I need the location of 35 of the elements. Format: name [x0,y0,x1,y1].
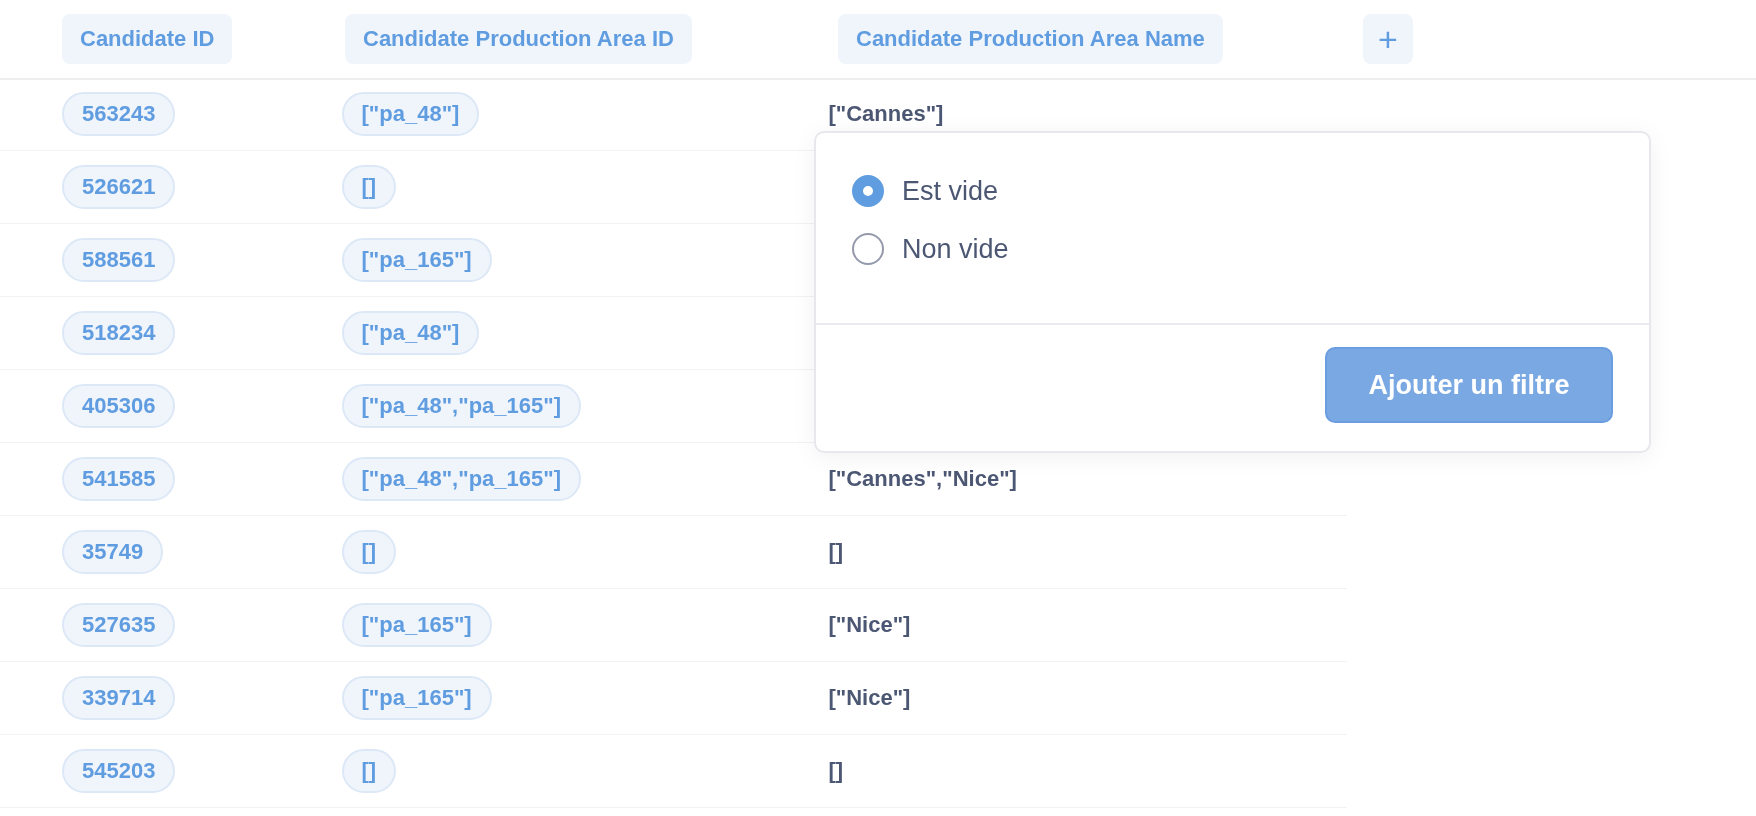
radio-icon[interactable] [852,175,884,207]
id-badge[interactable]: 527635 [62,603,176,647]
table-cell: [] [828,539,844,564]
id-badge[interactable]: [] [341,530,397,574]
id-badge[interactable]: 541585 [62,457,176,501]
table-cell: ["Nice"] [828,612,911,637]
id-badge[interactable]: 563243 [62,92,176,136]
add-filter-button[interactable]: Ajouter un filtre [1325,347,1613,423]
radio-icon[interactable] [852,233,884,265]
table-cell: ["Cannes","Nice"] [828,466,1017,491]
table-cell: ["Cannes"] [828,101,944,126]
column-header[interactable]: Candidate ID [62,14,233,64]
column-header[interactable]: Candidate Production Area Name [838,14,1223,64]
radio-option[interactable]: Non vide [852,233,1009,265]
column-header[interactable]: Candidate Production Area ID [345,14,692,64]
table-cell: ["Nice"] [828,685,911,710]
id-badge[interactable]: 588561 [62,238,176,282]
id-badge[interactable]: ["pa_48","pa_165"] [341,384,581,428]
id-badge[interactable]: ["pa_48"] [341,92,480,136]
radio-option[interactable]: Est vide [852,175,999,207]
id-badge[interactable]: ["pa_165"] [341,238,492,282]
id-badge[interactable]: ["pa_48","pa_165"] [341,457,581,501]
table-cell: [] [828,758,844,783]
id-badge[interactable]: 405306 [62,384,176,428]
id-badge[interactable]: ["pa_165"] [341,603,492,647]
add-column-button[interactable]: + [1363,14,1413,64]
id-badge[interactable]: ["pa_48"] [341,311,480,355]
id-badge[interactable]: 35749 [62,530,164,574]
id-badge[interactable]: ["pa_165"] [341,676,492,720]
id-badge[interactable]: 518234 [62,311,176,355]
id-badge[interactable]: 526621 [62,165,176,209]
id-badge[interactable]: 545203 [62,749,176,793]
id-badge[interactable]: [] [341,165,397,209]
id-badge[interactable]: 339714 [62,676,176,720]
id-badge[interactable]: [] [341,749,397,793]
